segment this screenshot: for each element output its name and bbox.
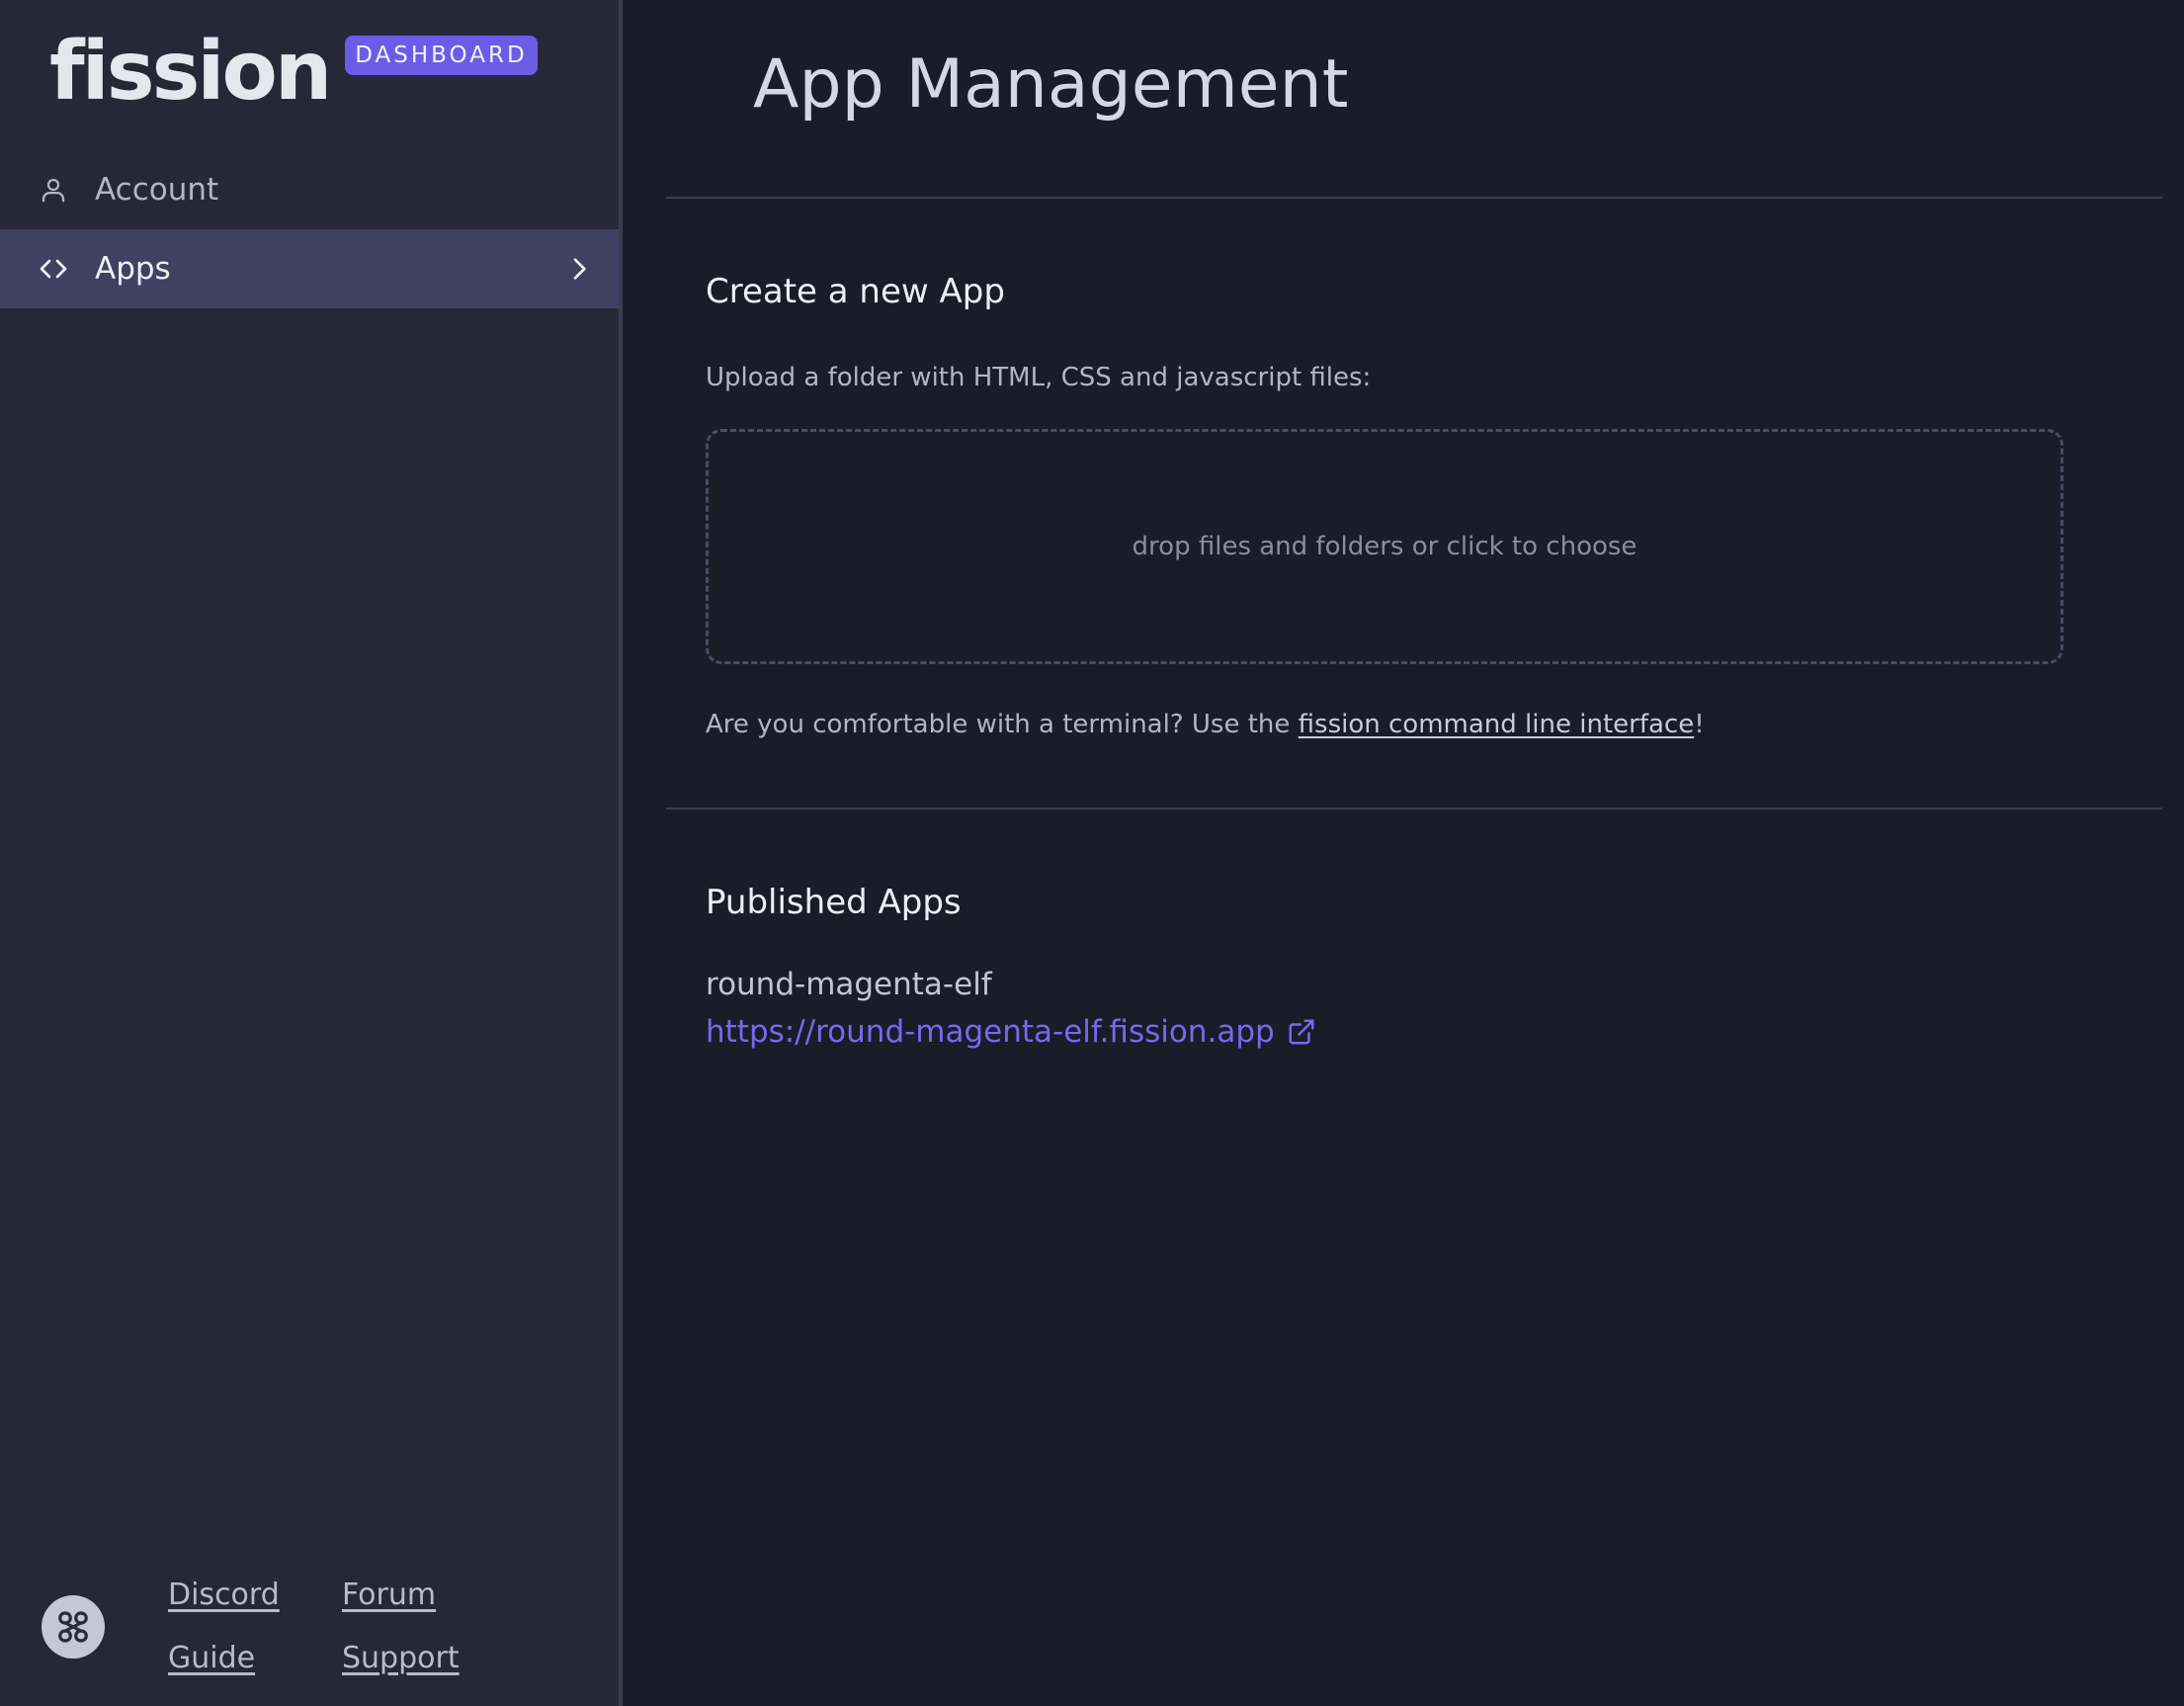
sidebar-item-label: Account (95, 172, 219, 208)
published-app-url-link[interactable]: https://round-magenta-elf.fission.app (706, 1014, 1316, 1050)
chevron-right-icon (563, 253, 595, 285)
sidebar-item-label: Apps (95, 251, 171, 287)
brand-logo[interactable]: fission DASHBOARD (49, 28, 538, 117)
forum-link[interactable]: Forum (342, 1578, 436, 1612)
discord-link[interactable]: Discord (168, 1578, 280, 1612)
external-link-icon (1287, 1017, 1316, 1047)
support-link[interactable]: Support (342, 1641, 460, 1675)
published-apps-heading: Published Apps (706, 883, 962, 922)
sidebar: fission DASHBOARD Account Apps Discord F… (0, 0, 623, 1706)
fission-logo-icon[interactable] (42, 1595, 105, 1659)
divider (666, 197, 2162, 199)
cli-note: Are you comfortable with a terminal? Use… (706, 710, 1705, 739)
user-icon (38, 174, 69, 206)
divider (666, 808, 2162, 810)
published-app-name[interactable]: round-magenta-elf (706, 967, 992, 1002)
cli-note-suffix: ! (1694, 710, 1705, 739)
sidebar-item-apps[interactable]: Apps (0, 229, 619, 308)
page-title: App Management (753, 45, 1349, 124)
app-root: fission DASHBOARD Account Apps Discord F… (0, 0, 2184, 1706)
brand-name: fission (49, 25, 332, 119)
cli-note-prefix: Are you comfortable with a terminal? Use… (706, 710, 1299, 739)
dashboard-badge: DASHBOARD (345, 36, 538, 75)
dropzone-text: drop files and folders or click to choos… (1132, 532, 1638, 561)
cli-docs-link[interactable]: fission command line interface (1299, 710, 1695, 739)
published-app-url: https://round-magenta-elf.fission.app (706, 1014, 1275, 1050)
create-app-heading: Create a new App (706, 272, 1005, 311)
sidebar-item-account[interactable]: Account (0, 150, 619, 229)
code-icon (38, 253, 69, 285)
main-content: App Management Create a new App Upload a… (623, 0, 2184, 1706)
file-dropzone[interactable]: drop files and folders or click to choos… (706, 429, 2063, 664)
guide-link[interactable]: Guide (168, 1641, 255, 1675)
upload-instructions: Upload a folder with HTML, CSS and javas… (706, 363, 1372, 392)
